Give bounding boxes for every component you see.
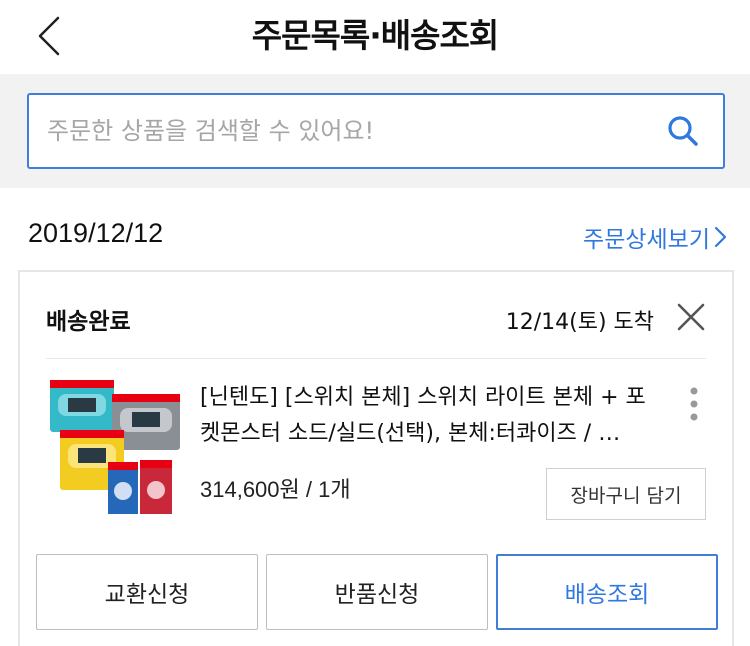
product-price: 314,600원 / 1개: [200, 477, 351, 502]
add-to-cart-button[interactable]: 장바구니 담기: [546, 468, 706, 520]
search-icon: [668, 116, 698, 146]
delivery-tracking-button[interactable]: 배송조회: [496, 554, 718, 630]
search-area: [0, 74, 750, 188]
order-date: 2019/12/12: [28, 218, 164, 248]
delete-order-button[interactable]: [676, 302, 706, 332]
divider: [46, 358, 706, 359]
order-detail-link[interactable]: 주문상세보기: [583, 220, 728, 254]
return-request-button[interactable]: 반품신청: [266, 554, 488, 630]
search-input[interactable]: [47, 95, 647, 167]
delivery-status: 배송완료: [46, 309, 131, 335]
search-box: [27, 93, 725, 169]
close-icon: [677, 303, 705, 331]
more-options-button[interactable]: [682, 384, 706, 424]
chevron-right-icon: [714, 226, 727, 248]
arrival-date: 12/14(토) 도착: [505, 310, 654, 335]
order-date-row: 2019/12/12 주문상세보기: [0, 188, 750, 270]
product-name-line-2: 켓몬스터 소드/실드(선택), 본체:터콰이즈 / …: [200, 421, 621, 446]
exchange-request-button[interactable]: 교환신청: [36, 554, 258, 630]
search-button[interactable]: [665, 113, 701, 149]
order-detail-link-label: 주문상세보기: [583, 227, 710, 253]
more-vertical-icon: [690, 387, 698, 421]
app-header: 주문목록·배송조회: [0, 0, 750, 74]
product-name[interactable]: [닌텐도] [스위치 본체] 스위치 라이트 본체 + 포 켓몬스터 소드/실드…: [200, 380, 660, 452]
product-name-line-1: [닌텐도] [스위치 본체] 스위치 라이트 본체 + 포: [200, 385, 646, 410]
product-thumbnail[interactable]: [46, 376, 186, 516]
page-title: 주문목록·배송조회: [251, 16, 499, 55]
order-card: 배송완료 12/14(토) 도착 [닌텐도] [스위치 본체] 스위치 라이트 …: [18, 270, 734, 646]
